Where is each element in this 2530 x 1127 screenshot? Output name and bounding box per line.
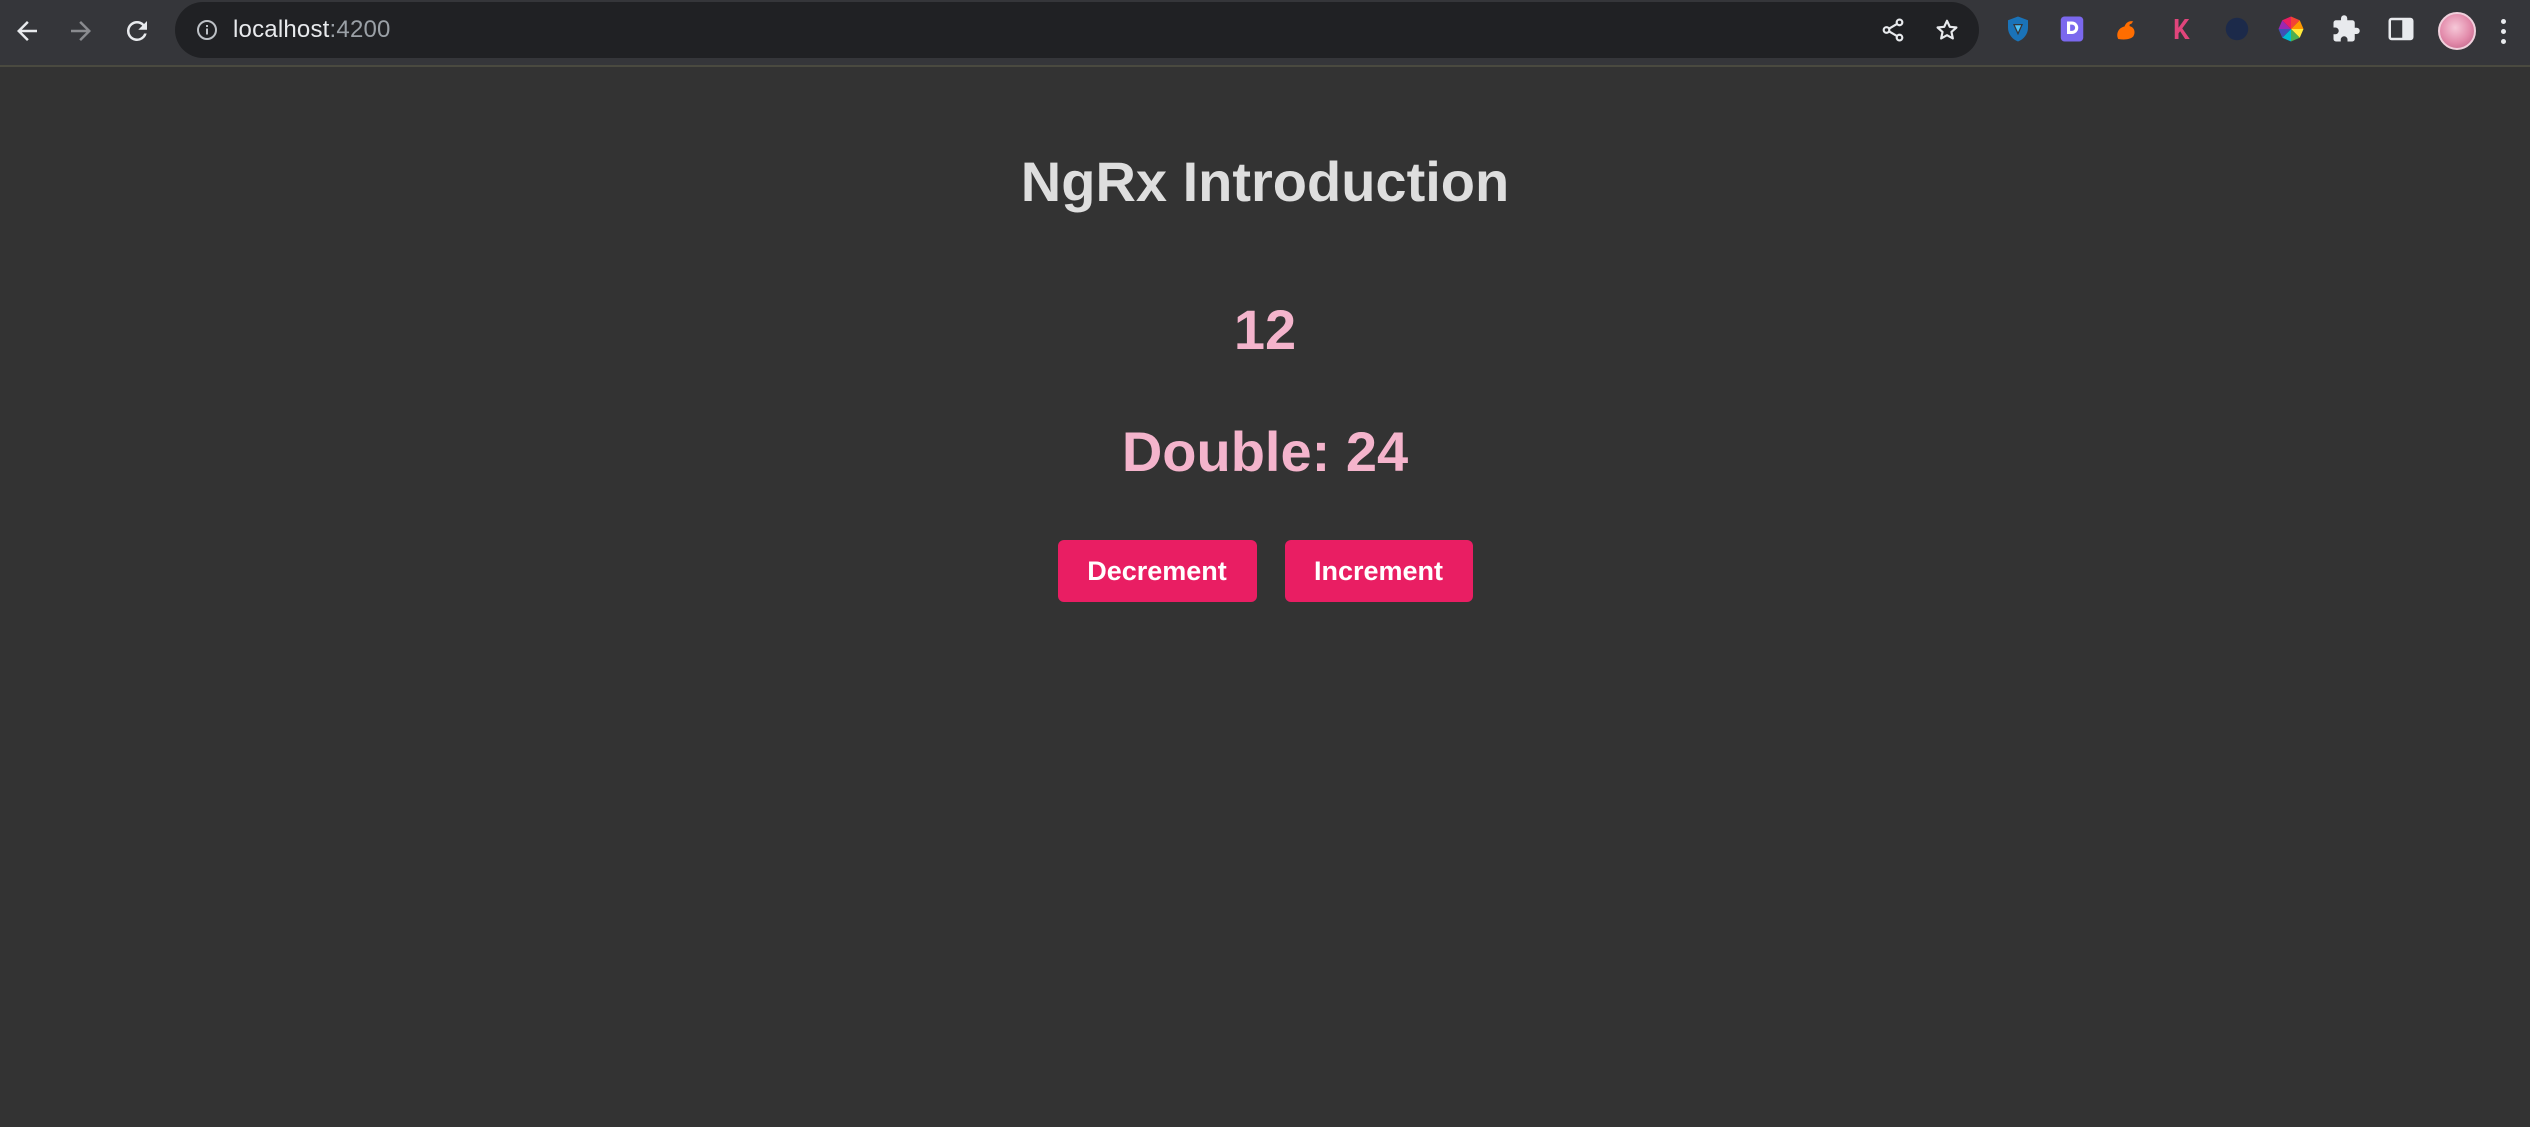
forward-arrow-icon xyxy=(71,21,91,41)
browser-toolbar: localhost:4200 xyxy=(0,0,2530,67)
side-panel-button[interactable] xyxy=(2383,11,2419,47)
menu-dot xyxy=(2500,28,2506,34)
double-value: Double: 24 xyxy=(1121,420,1409,483)
shield-extension-icon xyxy=(2008,16,2028,42)
back-arrow-icon xyxy=(17,21,37,41)
menu-dot xyxy=(2500,38,2506,44)
moon-extension-icon xyxy=(2225,17,2249,41)
url-text: localhost:4200 xyxy=(233,2,391,58)
reload-icon xyxy=(126,20,147,41)
d-extension-icon xyxy=(2060,16,2084,42)
counter-value: 12 xyxy=(1233,298,1297,361)
back-button[interactable] xyxy=(4,8,50,54)
puzzle-icon xyxy=(2333,15,2360,42)
bookmark-button[interactable] xyxy=(1931,14,1963,46)
browser-menu-button[interactable] xyxy=(2488,12,2518,50)
side-panel-icon xyxy=(2388,17,2414,41)
forward-button[interactable] xyxy=(58,8,104,54)
shield-extension-button[interactable] xyxy=(2000,11,2036,47)
d-extension-button[interactable] xyxy=(2054,11,2090,47)
address-bar[interactable]: localhost:4200 xyxy=(175,2,1979,58)
url-port: :4200 xyxy=(329,16,391,43)
share-icon xyxy=(1882,18,1904,42)
share-button[interactable] xyxy=(1877,14,1909,46)
color-wheel-extension-button[interactable] xyxy=(2273,11,2309,47)
k-extension-button[interactable] xyxy=(2163,11,2199,47)
counter-controls: Decrement Increment xyxy=(0,540,2530,602)
info-icon xyxy=(197,20,217,40)
extensions-menu-button[interactable] xyxy=(2328,11,2364,47)
increment-button[interactable]: Increment xyxy=(1284,540,1473,602)
k-extension-icon xyxy=(2174,19,2190,39)
decrement-button[interactable]: Decrement xyxy=(1057,540,1257,602)
star-icon xyxy=(1936,19,1958,40)
site-info-button[interactable] xyxy=(193,16,221,44)
color-wheel-extension-icon xyxy=(2278,16,2304,42)
squirrel-extension-button[interactable] xyxy=(2109,11,2145,47)
page-title: NgRx Introduction xyxy=(1020,150,1510,213)
reload-button[interactable] xyxy=(114,8,160,54)
profile-avatar[interactable] xyxy=(2438,12,2476,50)
squirrel-extension-icon xyxy=(2117,21,2135,40)
url-host: localhost xyxy=(233,16,330,43)
menu-dot xyxy=(2500,18,2506,24)
moon-extension-button[interactable] xyxy=(2219,11,2255,47)
app-page: NgRx Introduction 12 Double: 24 Decremen… xyxy=(0,69,2530,1127)
